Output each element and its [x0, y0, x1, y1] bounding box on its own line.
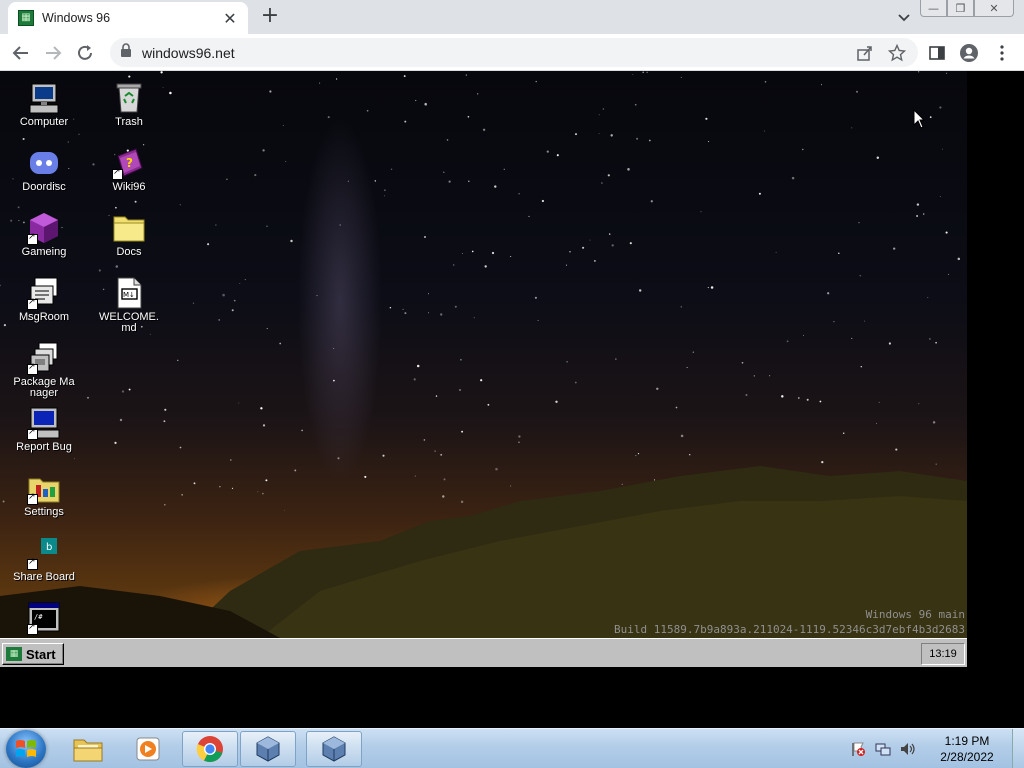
desktop-icon-share-board[interactable]: b Share Board	[6, 536, 82, 583]
desktop-icon-docs[interactable]: Docs	[91, 211, 167, 258]
shortcut-arrow-icon	[27, 362, 38, 375]
window-close-icon[interactable]: ✕	[974, 0, 1014, 17]
browser-tab[interactable]: ▦ Windows 96 ✕	[8, 2, 248, 34]
windows7-taskbar: 1:19 PM 2/28/2022	[0, 728, 1024, 768]
shortcut-arrow-icon	[27, 557, 38, 570]
gameing-icon	[27, 211, 61, 245]
lock-icon[interactable]	[120, 43, 132, 62]
desktop-icon-welcome-md[interactable]: M↓ WELCOME.md	[91, 276, 167, 334]
side-panel-icon[interactable]	[924, 40, 950, 66]
chrome-menu-icon[interactable]	[989, 40, 1015, 66]
svg-text:b: b	[46, 542, 52, 553]
clock-time: 1:19 PM	[944, 734, 990, 748]
window-controls: — ❐ ✕	[920, 0, 1014, 17]
desktop-icon-computer[interactable]: Computer	[6, 81, 82, 128]
win96-taskbar: ▦ Start 13:19	[0, 638, 967, 667]
system-tray: 1:19 PM 2/28/2022	[849, 729, 1024, 768]
start-button[interactable]: ▦ Start	[2, 643, 64, 665]
computer-icon	[27, 81, 61, 115]
close-tab-icon[interactable]: ✕	[222, 9, 238, 28]
back-icon[interactable]	[8, 40, 34, 66]
report-bug-icon	[27, 406, 61, 440]
address-bar[interactable]: windows96.net	[110, 38, 918, 67]
shortcut-arrow-icon	[27, 297, 38, 310]
shortcut-arrow-icon	[112, 167, 123, 180]
desktop-icon-report-bug[interactable]: Report Bug	[6, 406, 82, 453]
settings-icon	[27, 471, 61, 505]
volume-icon[interactable]	[899, 740, 917, 758]
svg-text:?: ?	[126, 156, 133, 170]
desktop-icon-settings[interactable]: Settings	[6, 471, 82, 518]
restore-icon[interactable]: ❐	[947, 0, 974, 17]
share-icon[interactable]	[852, 40, 878, 66]
package-manager-icon	[27, 341, 61, 375]
msgroom-icon	[27, 276, 61, 310]
docs-folder-icon	[112, 211, 146, 245]
windows96-logo-icon: ▦	[6, 647, 22, 661]
taskbar-virtualbox-icon-2[interactable]	[306, 731, 362, 767]
browser-tab-strip: ▦ Windows 96 ✕ + — ❐ ✕	[0, 0, 1024, 34]
profile-avatar-icon[interactable]	[956, 40, 982, 66]
minimize-icon[interactable]: —	[920, 0, 947, 17]
desktop-icon-terminal[interactable]: /#	[6, 601, 82, 635]
desktop-icon-doordisc[interactable]: Doordisc	[6, 146, 82, 193]
show-desktop-button[interactable]	[1012, 729, 1024, 768]
taskbar-windows-explorer-icon[interactable]	[60, 731, 116, 767]
desktop-icon-package-manager[interactable]: Package Manager	[6, 341, 82, 399]
desktop-icon-msgroom[interactable]: MsgRoom	[6, 276, 82, 323]
tab-search-icon[interactable]	[894, 8, 914, 28]
taskbar-media-player-icon[interactable]	[120, 731, 176, 767]
desktop-icon-trash[interactable]: Trash	[91, 81, 167, 128]
mouse-cursor-icon	[913, 109, 925, 129]
build-watermark-title: Windows 96 main	[865, 608, 965, 621]
doordisc-icon	[27, 146, 61, 180]
shortcut-arrow-icon	[27, 622, 38, 635]
clock-date: 2/28/2022	[940, 750, 994, 764]
system-clock[interactable]: 1:19 PM 2/28/2022	[930, 733, 1004, 765]
terminal-icon: /#	[27, 601, 61, 635]
shortcut-arrow-icon	[27, 232, 38, 245]
screen: ▦ Windows 96 ✕ + — ❐ ✕ windows96.net Win…	[0, 0, 1024, 768]
browser-toolbar: windows96.net	[0, 34, 1024, 71]
tab-title: Windows 96	[42, 11, 111, 25]
forward-icon[interactable]	[40, 40, 66, 66]
markdown-file-icon: M↓	[112, 276, 146, 310]
url-text[interactable]: windows96.net	[142, 45, 235, 61]
action-center-flag-icon[interactable]	[849, 740, 867, 758]
desktop-icon-wiki96[interactable]: ? Wiki96	[91, 146, 167, 193]
wiki96-icon: ?	[112, 146, 146, 180]
svg-text:M↓: M↓	[123, 291, 135, 299]
desktop-icon-gameing[interactable]: Gameing	[6, 211, 82, 258]
win96-clock[interactable]: 13:19	[921, 643, 965, 665]
shortcut-arrow-icon	[27, 427, 38, 440]
taskbar-virtualbox-icon[interactable]	[240, 731, 296, 767]
reload-icon[interactable]	[72, 40, 98, 66]
trash-icon	[112, 81, 146, 115]
share-board-icon: b	[27, 536, 61, 570]
windows-start-orb-icon[interactable]	[6, 730, 46, 768]
win96-desktop[interactable]: Windows 96 main Build 11589.7b9a893a.211…	[0, 71, 967, 638]
shortcut-arrow-icon	[27, 492, 38, 505]
new-tab-button[interactable]: +	[258, 5, 282, 29]
network-icon[interactable]	[874, 740, 892, 758]
windows96-favicon-icon: ▦	[18, 10, 34, 26]
svg-text:/#: /#	[34, 613, 43, 621]
taskbar-chrome-icon[interactable]	[182, 731, 238, 767]
build-watermark-number: Build 11589.7b9a893a.211024-1119.52346c3…	[614, 623, 965, 636]
bookmark-star-icon[interactable]	[884, 40, 910, 66]
